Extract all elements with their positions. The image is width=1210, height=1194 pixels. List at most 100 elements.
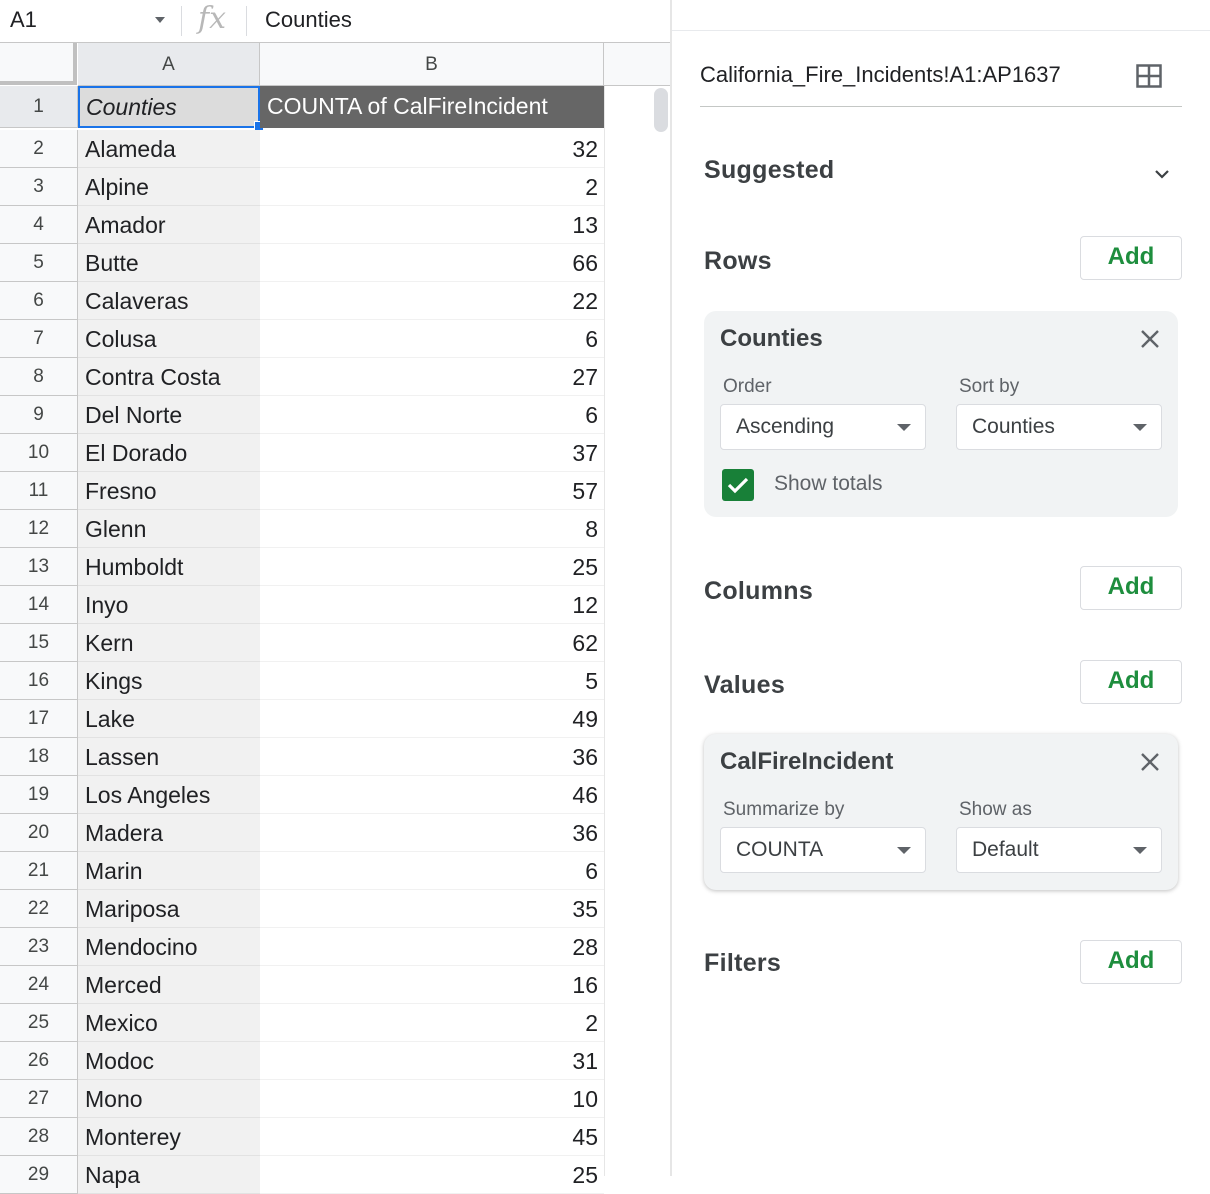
formula-input[interactable]: Counties [265,7,352,33]
county-cell[interactable]: Alpine [78,168,260,206]
county-cell[interactable]: Los Angeles [78,776,260,814]
row-header[interactable]: 13 [0,548,78,586]
row-header[interactable]: 21 [0,852,78,890]
county-cell[interactable]: Mexico [78,1004,260,1042]
row-header[interactable]: 3 [0,168,78,206]
county-cell[interactable]: Fresno [78,472,260,510]
row-header[interactable]: 11 [0,472,78,510]
row-header[interactable]: 8 [0,358,78,396]
county-cell[interactable]: Colusa [78,320,260,358]
row-header[interactable]: 19 [0,776,78,814]
county-cell[interactable]: Glenn [78,510,260,548]
count-cell[interactable]: 6 [260,396,604,434]
county-cell[interactable]: Madera [78,814,260,852]
count-cell[interactable]: 31 [260,1042,604,1080]
show-totals-label[interactable]: Show totals [774,472,883,496]
count-cell[interactable]: 12 [260,586,604,624]
county-cell[interactable]: Mono [78,1080,260,1118]
count-cell[interactable]: 32 [260,130,604,168]
select-all-corner[interactable] [0,43,77,85]
pivot-row-header-cell[interactable]: Counties [78,86,260,128]
count-cell[interactable]: 27 [260,358,604,396]
row-header[interactable]: 16 [0,662,78,700]
column-header-a[interactable]: A [78,43,260,86]
county-cell[interactable]: Alameda [78,130,260,168]
county-cell[interactable]: Humboldt [78,548,260,586]
county-cell[interactable]: Monterey [78,1118,260,1156]
row-header[interactable]: 29 [0,1156,78,1194]
count-cell[interactable]: 37 [260,434,604,472]
row-header[interactable]: 5 [0,244,78,282]
count-cell[interactable]: 46 [260,776,604,814]
row-header[interactable]: 9 [0,396,78,434]
row-header[interactable]: 17 [0,700,78,738]
data-range-input[interactable]: California_Fire_Incidents!A1:AP1637 [700,62,1061,88]
county-cell[interactable]: Contra Costa [78,358,260,396]
show-totals-checkbox[interactable] [722,469,754,501]
row-header[interactable]: 4 [0,206,78,244]
county-cell[interactable]: Merced [78,966,260,1004]
close-icon[interactable] [1138,750,1162,774]
county-cell[interactable]: El Dorado [78,434,260,472]
count-cell[interactable]: 8 [260,510,604,548]
order-dropdown[interactable]: Ascending [720,404,926,450]
count-cell[interactable]: 5 [260,662,604,700]
count-cell[interactable]: 28 [260,928,604,966]
name-box[interactable]: A1 [10,7,37,33]
row-header[interactable]: 1 [0,86,78,128]
column-header-c[interactable] [604,43,672,86]
close-icon[interactable] [1138,327,1162,351]
county-cell[interactable]: Kings [78,662,260,700]
count-cell[interactable]: 35 [260,890,604,928]
count-cell[interactable]: 66 [260,244,604,282]
row-header[interactable]: 15 [0,624,78,662]
county-cell[interactable]: Del Norte [78,396,260,434]
sort-by-dropdown[interactable]: Counties [956,404,1162,450]
count-cell[interactable]: 6 [260,852,604,890]
count-cell[interactable]: 25 [260,1156,604,1194]
add-row-button[interactable]: Add [1080,236,1182,280]
row-header[interactable]: 12 [0,510,78,548]
row-header[interactable]: 26 [0,1042,78,1080]
count-cell[interactable]: 49 [260,700,604,738]
count-cell[interactable]: 62 [260,624,604,662]
count-cell[interactable]: 2 [260,1004,604,1042]
row-header[interactable]: 22 [0,890,78,928]
row-header[interactable]: 20 [0,814,78,852]
count-cell[interactable]: 13 [260,206,604,244]
county-cell[interactable]: Butte [78,244,260,282]
county-cell[interactable]: Inyo [78,586,260,624]
county-cell[interactable]: Mariposa [78,890,260,928]
county-cell[interactable]: Napa [78,1156,260,1194]
row-header[interactable]: 14 [0,586,78,624]
count-cell[interactable]: 10 [260,1080,604,1118]
county-cell[interactable]: Lassen [78,738,260,776]
count-cell[interactable]: 36 [260,738,604,776]
vertical-scrollbar[interactable] [654,88,668,132]
suggested-title[interactable]: Suggested [704,156,835,185]
county-cell[interactable]: Mendocino [78,928,260,966]
show-as-dropdown[interactable]: Default [956,827,1162,873]
row-header[interactable]: 18 [0,738,78,776]
county-cell[interactable]: Lake [78,700,260,738]
name-box-dropdown-icon[interactable] [155,17,165,23]
row-header[interactable]: 2 [0,130,78,168]
column-header-b[interactable]: B [260,43,604,86]
pivot-value-header-cell[interactable]: COUNTA of CalFireIncident [260,86,604,128]
count-cell[interactable]: 57 [260,472,604,510]
row-header[interactable]: 25 [0,1004,78,1042]
count-cell[interactable]: 22 [260,282,604,320]
county-cell[interactable]: Kern [78,624,260,662]
column-c-cells[interactable] [604,86,673,1176]
chevron-down-icon[interactable] [1153,165,1171,183]
county-cell[interactable]: Amador [78,206,260,244]
row-header[interactable]: 6 [0,282,78,320]
row-header[interactable]: 27 [0,1080,78,1118]
row-header[interactable]: 24 [0,966,78,1004]
county-cell[interactable]: Modoc [78,1042,260,1080]
count-cell[interactable]: 45 [260,1118,604,1156]
row-header[interactable]: 28 [0,1118,78,1156]
summarize-by-dropdown[interactable]: COUNTA [720,827,926,873]
row-header[interactable]: 7 [0,320,78,358]
count-cell[interactable]: 6 [260,320,604,358]
